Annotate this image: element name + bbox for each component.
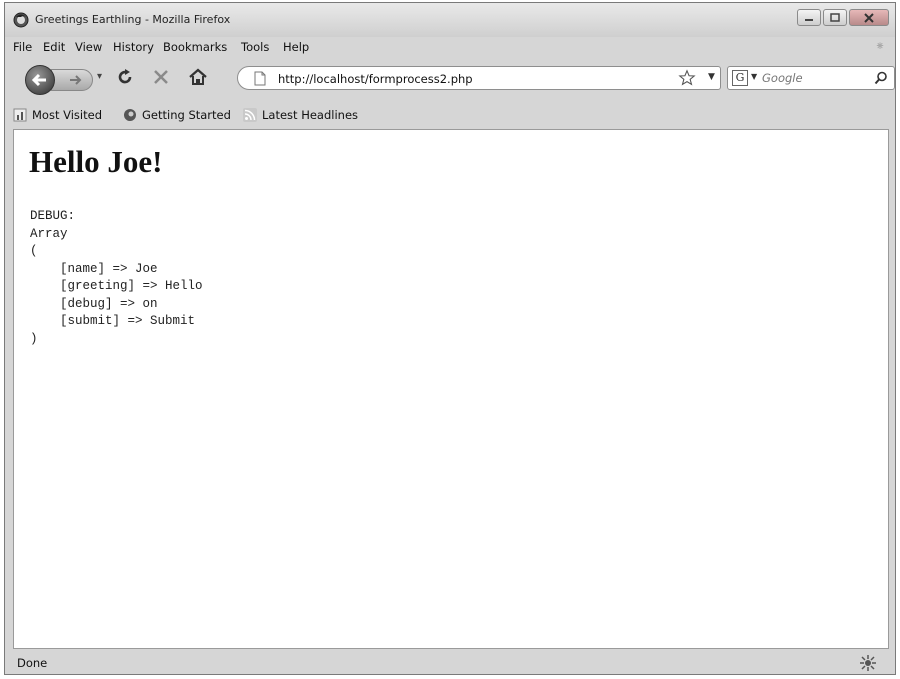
status-bar: Done xyxy=(5,651,895,675)
back-arrow-icon xyxy=(31,73,46,87)
star-icon[interactable] xyxy=(678,69,696,87)
most-visited-icon xyxy=(13,108,27,122)
address-bar[interactable]: http://localhost/formprocess2.php ▼ xyxy=(237,66,721,90)
debug-output: DEBUG: Array ( [name] => Joe [greeting] … xyxy=(30,209,203,346)
window-title: Greetings Earthling - Mozilla Firefox xyxy=(35,13,231,26)
back-button[interactable] xyxy=(25,65,55,95)
rss-feed-icon xyxy=(243,108,257,122)
status-text: Done xyxy=(17,656,48,670)
throbber-icon: ⁕ xyxy=(874,39,885,53)
menu-file[interactable]: File xyxy=(13,40,32,54)
addon-icon[interactable] xyxy=(859,654,877,672)
menu-tools[interactable]: Tools xyxy=(241,40,269,54)
page-content: Hello Joe! DEBUG: Array ( [name] => Joe … xyxy=(13,129,889,649)
home-icon[interactable] xyxy=(187,67,209,87)
window-controls xyxy=(797,9,889,26)
forward-arrow-icon xyxy=(70,75,82,85)
menu-help[interactable]: Help xyxy=(283,40,309,54)
page-icon xyxy=(254,71,266,86)
menu-view[interactable]: View xyxy=(75,40,102,54)
navigation-toolbar: ▾ http://localhost/formprocess2.php ▼ G xyxy=(5,59,895,95)
title-bar[interactable]: Greetings Earthling - Mozilla Firefox xyxy=(5,3,895,37)
minimize-icon xyxy=(805,18,813,21)
minimize-button[interactable] xyxy=(797,9,821,26)
bookmark-label: Most Visited xyxy=(32,108,102,122)
menu-bookmarks[interactable]: Bookmarks xyxy=(163,40,227,54)
close-button[interactable] xyxy=(849,9,889,26)
maximize-button[interactable] xyxy=(823,9,847,26)
forward-button[interactable] xyxy=(51,69,93,91)
url-text: http://localhost/formprocess2.php xyxy=(278,72,473,86)
bookmarks-toolbar: Most Visited Getting Started Latest Head… xyxy=(5,103,895,127)
search-bar[interactable]: G ▼ Google xyxy=(727,66,895,90)
bookmark-latest-headlines[interactable]: Latest Headlines xyxy=(243,108,358,122)
stop-icon[interactable] xyxy=(151,67,171,87)
url-dropdown-icon[interactable]: ▼ xyxy=(708,72,715,82)
bookmark-most-visited[interactable]: Most Visited xyxy=(13,108,102,122)
magnifier-icon[interactable] xyxy=(874,71,888,85)
history-dropdown-icon[interactable]: ▾ xyxy=(97,71,102,82)
menu-edit[interactable]: Edit xyxy=(43,40,65,54)
maximize-icon xyxy=(830,13,840,22)
reload-icon[interactable] xyxy=(115,67,135,87)
firefox-logo-icon xyxy=(124,109,136,121)
search-engine-icon[interactable]: G xyxy=(732,70,748,86)
bookmark-label: Latest Headlines xyxy=(262,108,359,122)
page-heading: Hello Joe! xyxy=(29,144,163,179)
menu-bar: File Edit View History Bookmarks Tools H… xyxy=(5,39,895,57)
bookmark-getting-started[interactable]: Getting Started xyxy=(123,108,231,122)
firefox-logo-icon xyxy=(13,12,29,28)
browser-window: Greetings Earthling - Mozilla Firefox Fi… xyxy=(4,2,896,675)
close-icon xyxy=(864,12,874,23)
menu-history[interactable]: History xyxy=(113,40,154,54)
search-placeholder: Google xyxy=(762,71,803,85)
search-engine-dropdown-icon[interactable]: ▼ xyxy=(751,72,757,81)
bookmark-label: Getting Started xyxy=(142,108,231,122)
